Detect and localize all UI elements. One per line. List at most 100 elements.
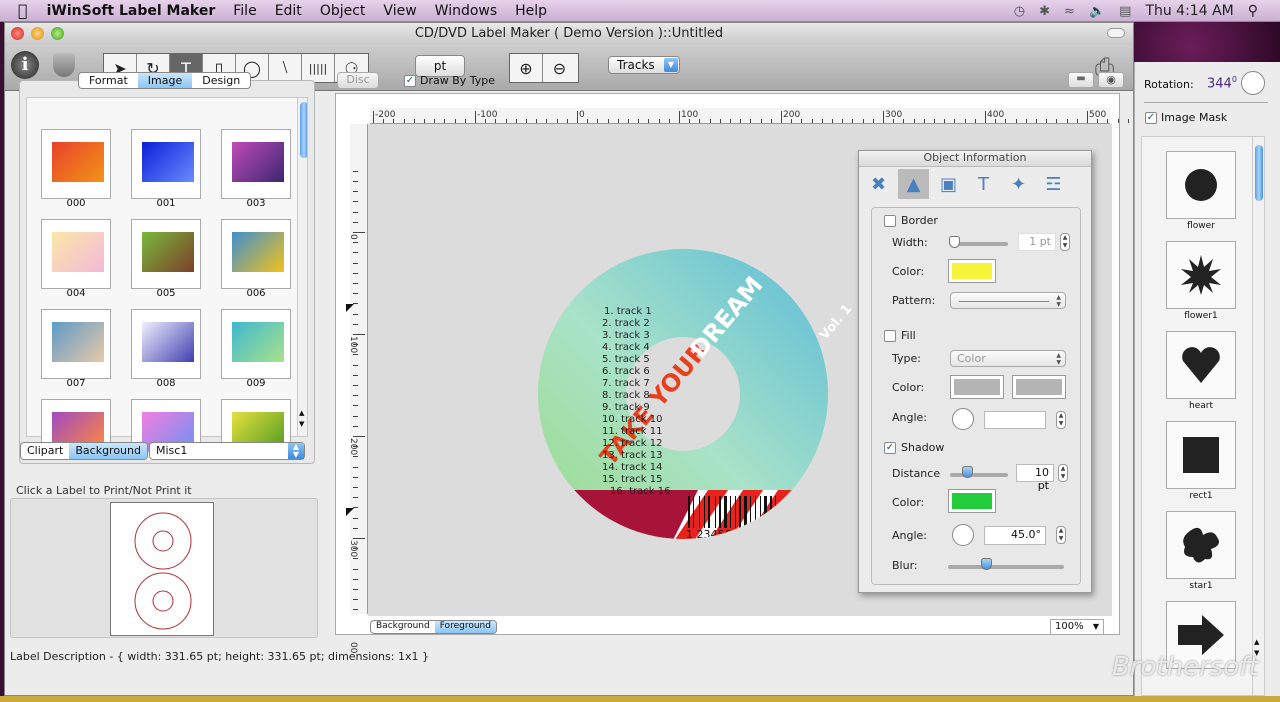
bluetooth-icon[interactable]: ✱ <box>1039 4 1050 19</box>
thumbnail-005[interactable] <box>131 219 201 289</box>
disc-volume[interactable]: Vol. 1 <box>817 302 855 343</box>
spotlight-search-icon[interactable]: ⚲ <box>1248 3 1258 19</box>
wifi-icon[interactable]: ≈ <box>1064 4 1075 19</box>
fill-color-end-swatch[interactable] <box>1012 375 1066 399</box>
shadow-color-swatch[interactable] <box>948 489 996 513</box>
disc-button[interactable]: Disc <box>337 72 379 89</box>
tab-design[interactable]: Design <box>192 73 250 88</box>
volume-icon[interactable]: 🔈 <box>1089 4 1105 19</box>
mask-flower[interactable] <box>1166 151 1236 219</box>
track-item[interactable]: 12. track 12 <box>602 438 662 449</box>
zoom-window-button[interactable] <box>51 27 64 40</box>
fill-color-start-swatch[interactable] <box>950 375 1004 399</box>
menu-view[interactable]: View <box>374 3 425 19</box>
track-item[interactable]: 14. track 14 <box>602 462 662 473</box>
info-icon[interactable]: i <box>11 51 39 79</box>
mask-icon[interactable] <box>53 53 75 77</box>
effects-tab-icon[interactable]: ✦ <box>1003 169 1034 199</box>
checkbox-checked-icon[interactable]: ✓ <box>404 74 416 87</box>
image-tab-icon[interactable]: ▣ <box>933 169 964 199</box>
shadow-angle-stepper[interactable]: ▲ ▼ <box>1056 526 1066 544</box>
border-width-stepper[interactable]: ▲ ▼ <box>1060 233 1070 251</box>
mask-rect1[interactable] <box>1166 421 1236 489</box>
border-width-knob[interactable] <box>949 236 960 248</box>
thumbnail-scrollbar[interactable]: ▲ ▼ <box>297 98 307 436</box>
close-window-button[interactable] <box>11 27 24 40</box>
track-item[interactable]: 6. track 6 <box>602 366 650 377</box>
text-tab-icon[interactable]: T <box>968 169 999 199</box>
image-mask-checkbox[interactable]: ✓ Image Mask <box>1145 111 1227 124</box>
line-tool-icon[interactable]: ⧵ <box>269 54 302 82</box>
checkbox-unchecked-icon[interactable] <box>884 329 896 342</box>
position-tab-icon[interactable]: ✖ <box>863 169 894 199</box>
menu-file[interactable]: File <box>224 3 265 19</box>
border-color-swatch[interactable] <box>948 259 996 283</box>
barcode-tool-icon[interactable]: ||||| <box>302 54 335 82</box>
barcode-tab-icon[interactable]: ☲ <box>1038 169 1069 199</box>
thumbnail-004[interactable] <box>41 219 111 289</box>
shadow-distance-slider[interactable] <box>950 473 1008 477</box>
checkbox-unchecked-icon[interactable] <box>884 214 896 227</box>
thumbnail-000[interactable] <box>41 129 111 199</box>
thumbnail-008[interactable] <box>131 309 201 379</box>
track-item[interactable]: 13. track 13 <box>602 450 662 461</box>
checkbox-checked-icon[interactable]: ✓ <box>884 441 896 454</box>
disc-label-2-outer[interactable] <box>134 572 192 630</box>
label-sheet-preview[interactable] <box>110 502 214 636</box>
apple-menu-icon[interactable]:  <box>0 1 38 20</box>
scroll-arrows[interactable]: ▲ ▼ <box>299 408 304 430</box>
thumbnail-006[interactable] <box>221 219 291 289</box>
tab-background-layer[interactable]: Background <box>371 621 435 633</box>
shadow-blur-slider[interactable] <box>948 565 1064 569</box>
tab-background[interactable]: Background <box>69 443 147 459</box>
scrollbar-thumb[interactable] <box>300 102 307 158</box>
fill-angle-field[interactable] <box>984 411 1046 429</box>
tab-image[interactable]: Image <box>137 73 193 88</box>
track-item[interactable]: 15. track 15 <box>602 474 662 485</box>
shadow-distance-stepper[interactable]: ▲ ▼ <box>1058 464 1068 482</box>
category-select[interactable]: Misc1 ▲ ▼ <box>149 442 305 460</box>
shadow-angle-field[interactable]: 45.0° <box>984 526 1046 545</box>
rotation-dial[interactable] <box>1241 71 1265 95</box>
activity-monitor-icon[interactable]: ▤ <box>1119 4 1131 19</box>
track-item[interactable]: 1. track 1 <box>604 306 652 317</box>
fill-checkbox[interactable]: Fill <box>884 329 916 342</box>
track-item[interactable]: 10. track 10 <box>602 414 662 425</box>
checkbox-checked-icon[interactable]: ✓ <box>1145 111 1157 124</box>
shadow-angle-dial[interactable] <box>952 524 974 546</box>
border-width-field[interactable]: 1 pt <box>1018 233 1056 251</box>
app-menu[interactable]: iWinSoft Label Maker <box>38 3 225 19</box>
minimize-window-button[interactable] <box>31 27 44 40</box>
margin-marker[interactable] <box>346 508 354 516</box>
tab-foreground-layer[interactable]: Foreground <box>434 621 496 633</box>
zoom-level-select[interactable]: 100% ▼ <box>1050 619 1104 635</box>
menu-edit[interactable]: Edit <box>266 3 311 19</box>
track-item[interactable]: 4. track 4 <box>602 342 650 353</box>
thumbnail-001[interactable] <box>131 129 201 199</box>
track-item[interactable]: 11. track 11 <box>602 426 662 437</box>
margin-marker[interactable] <box>346 304 354 312</box>
tab-clipart[interactable]: Clipart <box>21 443 69 459</box>
track-item[interactable]: 9. track 9 <box>602 402 650 413</box>
scrollbar-thumb[interactable] <box>1255 145 1263 201</box>
time-machine-icon[interactable]: ◷ <box>1014 4 1025 19</box>
border-pattern-select[interactable]: ▲ ▼ <box>950 292 1066 309</box>
menu-windows[interactable]: Windows <box>426 3 507 19</box>
tab-format[interactable]: Format <box>79 73 138 88</box>
menu-help[interactable]: Help <box>506 3 556 19</box>
thumbnail-009[interactable] <box>221 309 291 379</box>
clock[interactable]: Thu 4:14 AM <box>1145 3 1233 19</box>
thumbnail-007[interactable] <box>41 309 111 379</box>
fill-angle-dial[interactable] <box>952 408 974 430</box>
track-item[interactable]: 3. track 3 <box>602 330 650 341</box>
mask-list-scrollbar[interactable]: ▲ ▼ <box>1252 137 1264 695</box>
fill-type-select[interactable]: Color ▲ ▼ <box>950 350 1066 367</box>
mask-heart[interactable] <box>1166 331 1236 399</box>
rect-view-icon[interactable]: ▬ <box>1068 72 1094 88</box>
mask-star1[interactable] <box>1166 511 1236 579</box>
shape-tab-icon[interactable]: ▲ <box>898 169 929 199</box>
thumbnail-003[interactable] <box>221 129 291 199</box>
track-item[interactable]: 5. track 5 <box>602 354 650 365</box>
shadow-checkbox[interactable]: ✓ Shadow <box>884 441 944 454</box>
preview-eye-icon[interactable]: ◉ <box>1098 72 1124 88</box>
